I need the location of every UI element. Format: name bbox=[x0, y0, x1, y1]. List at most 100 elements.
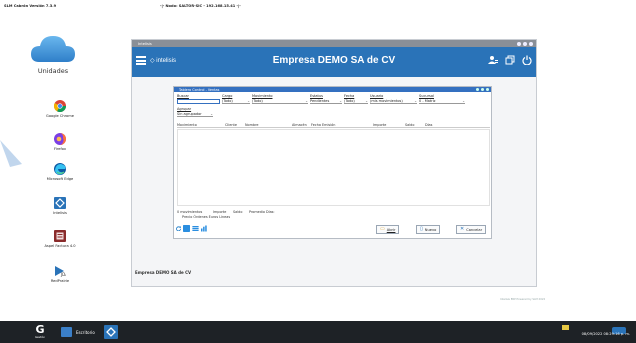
usuario-select[interactable]: (mis movimientos) ⌄ bbox=[370, 99, 417, 104]
folder-icon: ▭ bbox=[380, 226, 385, 232]
chevron-down-icon: ⌄ bbox=[247, 99, 250, 103]
window-icon[interactable] bbox=[505, 55, 515, 65]
svg-text:JDA: JDA bbox=[60, 272, 66, 277]
abrir-label: Abrir bbox=[386, 227, 396, 232]
close-button[interactable] bbox=[529, 41, 533, 46]
saldo-total-label: Saldo bbox=[233, 210, 243, 214]
fecha-value: (Todo) bbox=[344, 99, 355, 103]
col-nombre[interactable]: Nombre bbox=[245, 123, 258, 127]
start-sub-label: Gestión bbox=[35, 336, 45, 339]
col-dias[interactable]: Días bbox=[425, 123, 432, 127]
chrome-label: Google Chrome bbox=[46, 114, 74, 118]
dialog-close-button[interactable] bbox=[485, 87, 489, 92]
cargo-value: (Todo) bbox=[222, 99, 233, 103]
col-almacen[interactable]: Almacén bbox=[292, 123, 307, 127]
taskbar-intelisis-icon[interactable] bbox=[104, 325, 118, 339]
col-cliente[interactable]: Cliente bbox=[225, 123, 237, 127]
col-importe[interactable]: Importe bbox=[373, 123, 386, 127]
redprairie-icon: JDA bbox=[55, 266, 66, 277]
edge-label: Microsoft Edge bbox=[46, 177, 74, 181]
footer-subtabs[interactable]: Precio Órdenes Euros Líneas bbox=[182, 215, 230, 219]
sucursal-select[interactable]: 0 - Matriz ⌄ bbox=[419, 99, 465, 104]
window-title: Intelisis bbox=[138, 41, 152, 46]
intelisis-label: Intelisis bbox=[53, 211, 67, 215]
power-icon[interactable] bbox=[522, 55, 532, 66]
fecha-label: Fecha bbox=[344, 94, 355, 98]
minimize-button[interactable] bbox=[517, 41, 521, 46]
chevron-down-icon: ⌄ bbox=[414, 99, 417, 103]
unidades-desktop-icon[interactable]: Unidades bbox=[29, 32, 77, 76]
redprairie-label: RedPrairie bbox=[50, 279, 70, 283]
importe-total-label: Importe bbox=[213, 210, 227, 214]
dialog-titlebar[interactable]: Tablero Control - Ventas bbox=[174, 87, 491, 92]
header-icons bbox=[488, 55, 532, 66]
user-icon[interactable] bbox=[488, 55, 498, 65]
cancel-x-icon: ✕ bbox=[460, 226, 465, 232]
top-info-bar: SLM Cabrón Versión 7.3.9 -|- Nodo: SALTO… bbox=[0, 0, 636, 14]
chevron-down-icon: ⌄ bbox=[462, 99, 465, 103]
chart-view-icon[interactable] bbox=[201, 225, 207, 233]
cargo-label: Cargo bbox=[222, 94, 233, 98]
cancelar-label: Cancelar bbox=[466, 227, 483, 232]
list-view-icon[interactable] bbox=[192, 226, 199, 232]
tablero-control-dialog: Tablero Control - Ventas Buscar Cargo Mo… bbox=[173, 86, 492, 239]
cargo-select[interactable]: (Todo) ⌄ bbox=[222, 99, 250, 104]
grid-view-icon[interactable] bbox=[183, 225, 190, 233]
dialog-title: Tablero Control - Ventas bbox=[179, 87, 220, 92]
abrir-button[interactable]: ▭ Abrir bbox=[376, 225, 400, 234]
escritorio-button[interactable]: Escritorio bbox=[61, 325, 95, 339]
tray-folder-icon[interactable] bbox=[562, 325, 569, 330]
usuario-label: Usuario bbox=[370, 94, 384, 98]
usuario-value: (mis movimientos) bbox=[370, 99, 403, 103]
desktop-icon-aspel[interactable]: Aspel Factura 4.0 bbox=[40, 230, 80, 248]
agrupar-label: Agrupar bbox=[177, 107, 192, 111]
col-fecha-emision[interactable]: Fecha Emisión bbox=[311, 123, 335, 127]
agrupar-value: Sin agrupador bbox=[177, 112, 202, 116]
estatus-label: Estatus bbox=[310, 94, 323, 98]
sucursal-label: Sucursal bbox=[419, 94, 434, 98]
desktop-icon-redprairie[interactable]: JDA RedPrairie bbox=[40, 265, 80, 283]
grid-footer: 0 movimientos Importe Saldo Promedio Día… bbox=[177, 210, 490, 222]
buscar-input[interactable] bbox=[177, 99, 220, 104]
watermark-text: Intelisis ERP Powered by SLM 2022 bbox=[500, 298, 546, 301]
edge-icon bbox=[54, 163, 66, 175]
new-document-icon: ▯ bbox=[420, 226, 423, 232]
start-button[interactable]: G Gestión bbox=[32, 324, 48, 340]
status-company: Empresa DEMO SA de CV bbox=[135, 270, 192, 275]
view-toolbar bbox=[176, 225, 207, 233]
col-movimiento[interactable]: Movimiento bbox=[177, 123, 197, 127]
agrupar-select[interactable]: Sin agrupador ⌄ bbox=[177, 112, 213, 117]
cancelar-button[interactable]: ✕ Cancelar bbox=[456, 225, 487, 234]
version-label: SLM Cabrón Versión 7.3.9 bbox=[4, 4, 57, 8]
app-header: ◇ intelisis Empresa DEMO SA de CV bbox=[132, 47, 536, 77]
desktop-icon-intelisis[interactable]: Intelisis bbox=[40, 197, 80, 215]
grid-body[interactable] bbox=[177, 129, 490, 206]
node-label: -|- Nodo: SALTOR-SIC - 192.168.15.41 -|- bbox=[160, 4, 241, 8]
window-titlebar[interactable]: Intelisis bbox=[132, 40, 536, 47]
dialog-minimize-button[interactable] bbox=[475, 87, 480, 92]
dialog-maximize-button[interactable] bbox=[480, 87, 485, 92]
maximize-button[interactable] bbox=[523, 41, 527, 46]
grid-header: Movimiento Cliente Nombre Almacén Fecha … bbox=[177, 123, 490, 128]
unidades-label: Unidades bbox=[37, 67, 69, 75]
aspel-icon bbox=[54, 230, 66, 242]
firefox-icon bbox=[54, 133, 66, 145]
desktop-icon-firefox[interactable]: Firefox bbox=[40, 133, 80, 151]
nuevo-button[interactable]: ▯ Nuevo bbox=[416, 225, 441, 234]
desktop-icon-chrome[interactable]: Google Chrome bbox=[40, 100, 80, 118]
chevron-down-icon: ⌄ bbox=[339, 99, 342, 103]
refresh-icon[interactable] bbox=[176, 226, 181, 232]
chevron-down-icon: ⌄ bbox=[305, 99, 308, 103]
fecha-select[interactable]: (Todo) ⌄ bbox=[344, 99, 368, 104]
movimientos-count: 0 movimientos bbox=[177, 210, 203, 214]
col-saldo[interactable]: Saldo bbox=[405, 123, 414, 127]
desktop-icon-edge[interactable]: Microsoft Edge bbox=[40, 163, 80, 181]
estatus-select[interactable]: Pendientes ⌄ bbox=[310, 99, 342, 104]
sucursal-value: 0 - Matriz bbox=[419, 99, 436, 103]
arrow-decoration bbox=[0, 140, 22, 167]
taskbar-clock: 08/09/2022 08:29:16 p. m. bbox=[581, 332, 630, 336]
nuevo-label: Nuevo bbox=[424, 227, 437, 232]
movimiento-value: (Todo) bbox=[252, 99, 263, 103]
chevron-down-icon: ⌄ bbox=[365, 99, 368, 103]
movimiento-select[interactable]: (Todo) ⌄ bbox=[252, 99, 308, 104]
